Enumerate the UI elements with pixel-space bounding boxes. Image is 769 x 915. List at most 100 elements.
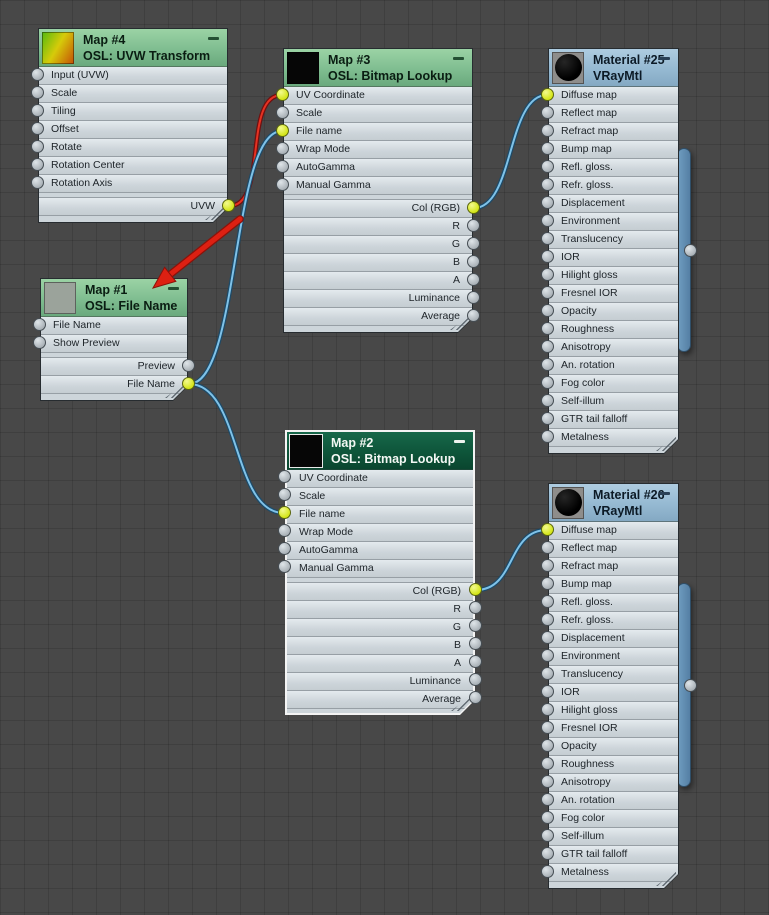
input-slot-dot-file-name[interactable] (33, 318, 46, 331)
input-slot-dot-bump-map[interactable] (541, 577, 554, 590)
input-slot-dot-diffuse-map[interactable] (541, 88, 554, 101)
output-slot-dot-preview[interactable] (182, 359, 195, 372)
input-slot-dot-an-rotation[interactable] (541, 793, 554, 806)
node-header[interactable]: Map #3 OSL: Bitmap Lookup (284, 49, 472, 87)
node-header[interactable]: Map #1 OSL: File Name (41, 279, 187, 317)
input-slot-dot-ior[interactable] (541, 250, 554, 263)
input-slot-dot-show-preview[interactable] (33, 336, 46, 349)
input-slot-dot-refract-map[interactable] (541, 559, 554, 572)
collapse-icon[interactable] (454, 440, 465, 443)
material-output-dot[interactable] (684, 243, 697, 257)
input-slot-dot-self-illum[interactable] (541, 394, 554, 407)
input-slot-dot-autogamma[interactable] (276, 160, 289, 173)
output-slot-dot-g[interactable] (469, 619, 482, 632)
material-output-dot[interactable] (684, 678, 697, 692)
input-slot-dot-diffuse-map[interactable] (541, 523, 554, 536)
node-map1[interactable]: Map #1 OSL: File Name File Name Show Previe… (33, 278, 195, 401)
input-slot-dot-wrap-mode[interactable] (278, 524, 291, 537)
node-mat25[interactable]: Material #25 VRayMtl Diffuse map Reflect ma… (541, 48, 697, 454)
input-slot-dot-self-illum[interactable] (541, 829, 554, 842)
input-slot-row-ior: IOR (549, 249, 678, 267)
output-slot-dot-luminance[interactable] (467, 291, 480, 304)
input-slot-dot-rotation-axis[interactable] (31, 176, 44, 189)
collapse-icon[interactable] (168, 287, 179, 290)
input-slot-dot-scale[interactable] (31, 86, 44, 99)
input-slot-dot-displacement[interactable] (541, 631, 554, 644)
node-header[interactable]: Material #25 VRayMtl (549, 49, 678, 87)
input-slot-dot-reflect-map[interactable] (541, 106, 554, 119)
input-slot-dot-environment[interactable] (541, 649, 554, 662)
input-slot-dot-ior[interactable] (541, 685, 554, 698)
output-slot-dot-average[interactable] (469, 691, 482, 704)
input-slot-dot-translucency[interactable] (541, 667, 554, 680)
output-slot-dot-b[interactable] (469, 637, 482, 650)
node-map3[interactable]: Map #3 OSL: Bitmap Lookup UV Coordinate Sca… (276, 48, 480, 333)
input-slot-dot-anisotropy[interactable] (541, 775, 554, 788)
input-slot-dot-offset[interactable] (31, 122, 44, 135)
output-slot-dot-r[interactable] (467, 219, 480, 232)
input-slot-dot-manual-gamma[interactable] (278, 560, 291, 573)
node-header[interactable]: Map #2 OSL: Bitmap Lookup (287, 432, 473, 470)
input-slot-dot-fog-color[interactable] (541, 376, 554, 389)
input-slot-dot-metalness[interactable] (541, 430, 554, 443)
node-mat26[interactable]: Material #26 VRayMtl Diffuse map Reflect ma… (541, 483, 697, 889)
input-slot-dot-displacement[interactable] (541, 196, 554, 209)
output-slot-dot-a[interactable] (467, 273, 480, 286)
input-slot-dot-gtr-tail-falloff[interactable] (541, 412, 554, 425)
node-map2[interactable]: Map #2 OSL: Bitmap Lookup UV Coordinate Sca… (278, 430, 482, 715)
input-slot-dot-reflect-map[interactable] (541, 541, 554, 554)
input-slot-dot-bump-map[interactable] (541, 142, 554, 155)
input-slot-dot-input-uvw[interactable] (31, 68, 44, 81)
output-slot-dot-file-name[interactable] (182, 377, 195, 390)
input-slot-dot-file-name[interactable] (276, 124, 289, 137)
input-slot-dot-anisotropy[interactable] (541, 340, 554, 353)
output-slot-dot-col-rgb[interactable] (469, 583, 482, 596)
output-slot-dot-g[interactable] (467, 237, 480, 250)
input-slot-dot-fresnel-ior[interactable] (541, 721, 554, 734)
input-slot-dot-roughness[interactable] (541, 322, 554, 335)
input-slot-dot-rotation-center[interactable] (31, 158, 44, 171)
input-slot-dot-metalness[interactable] (541, 865, 554, 878)
input-slot-dot-scale[interactable] (276, 106, 289, 119)
node-header[interactable]: Material #26 VRayMtl (549, 484, 678, 522)
input-slot-dot-opacity[interactable] (541, 739, 554, 752)
node-graph-canvas[interactable]: Map #4 OSL: UVW Transform Input (UVW) Scale… (0, 0, 769, 915)
input-slot-dot-fog-color[interactable] (541, 811, 554, 824)
input-slot-dot-translucency[interactable] (541, 232, 554, 245)
input-slot-dot-an-rotation[interactable] (541, 358, 554, 371)
input-slot-dot-roughness[interactable] (541, 757, 554, 770)
collapse-icon[interactable] (659, 57, 670, 60)
output-slot-dot-luminance[interactable] (469, 673, 482, 686)
node-header[interactable]: Map #4 OSL: UVW Transform (39, 29, 227, 67)
output-slot-dot-average[interactable] (467, 309, 480, 322)
input-slot-dot-rotate[interactable] (31, 140, 44, 153)
output-slot-dot-a[interactable] (469, 655, 482, 668)
input-slot-dot-wrap-mode[interactable] (276, 142, 289, 155)
input-slot-dot-file-name[interactable] (278, 506, 291, 519)
input-slot-dot-refract-map[interactable] (541, 124, 554, 137)
collapse-icon[interactable] (659, 492, 670, 495)
input-slot-dot-scale[interactable] (278, 488, 291, 501)
input-slot-dot-refr-gloss[interactable] (541, 613, 554, 626)
output-slot-dot-col-rgb[interactable] (467, 201, 480, 214)
input-slot-dot-uv-coordinate[interactable] (276, 88, 289, 101)
collapse-icon[interactable] (208, 37, 219, 40)
input-slot-dot-gtr-tail-falloff[interactable] (541, 847, 554, 860)
input-slot-dot-refr-gloss[interactable] (541, 178, 554, 191)
input-slot-dot-autogamma[interactable] (278, 542, 291, 555)
input-slot-dot-uv-coordinate[interactable] (278, 470, 291, 483)
input-slot-dot-tiling[interactable] (31, 104, 44, 117)
input-slot-dot-manual-gamma[interactable] (276, 178, 289, 191)
input-slot-dot-opacity[interactable] (541, 304, 554, 317)
collapse-icon[interactable] (453, 57, 464, 60)
output-slot-dot-r[interactable] (469, 601, 482, 614)
output-slot-dot-uvw[interactable] (222, 199, 235, 212)
input-slot-dot-fresnel-ior[interactable] (541, 286, 554, 299)
input-slot-dot-hilight-gloss[interactable] (541, 703, 554, 716)
input-slot-dot-environment[interactable] (541, 214, 554, 227)
node-map4[interactable]: Map #4 OSL: UVW Transform Input (UVW) Scale… (31, 28, 235, 223)
input-slot-dot-refl-gloss[interactable] (541, 160, 554, 173)
input-slot-dot-refl-gloss[interactable] (541, 595, 554, 608)
output-slot-dot-b[interactable] (467, 255, 480, 268)
input-slot-dot-hilight-gloss[interactable] (541, 268, 554, 281)
